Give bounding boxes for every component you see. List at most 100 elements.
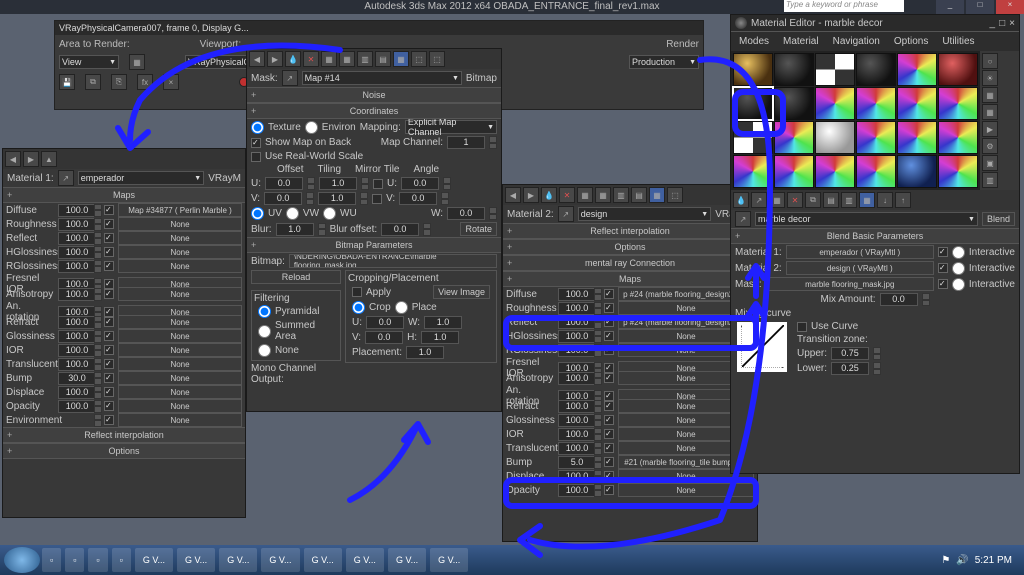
- show-end-icon[interactable]: ▦: [393, 51, 409, 67]
- mapping-dd[interactable]: Explicit Map Channel: [405, 120, 497, 134]
- map-slot-btn[interactable]: None: [118, 357, 242, 371]
- map-slot-btn[interactable]: None: [118, 343, 242, 357]
- m2-a-icon[interactable]: ▦: [577, 187, 593, 203]
- s-parent-icon[interactable]: ↑: [895, 192, 911, 208]
- slate-max-icon[interactable]: □: [999, 18, 1005, 29]
- spin-icon[interactable]: [94, 372, 102, 385]
- sa1[interactable]: [307, 177, 315, 190]
- material-sample-slot[interactable]: [938, 87, 978, 120]
- cv-s[interactable]: 0.0: [365, 331, 403, 344]
- m2-drop-icon[interactable]: 💧: [541, 187, 557, 203]
- close-button[interactable]: ×: [996, 0, 1024, 14]
- cw-s[interactable]: 1.0: [424, 316, 462, 329]
- spin-icon[interactable]: [94, 204, 102, 217]
- spin-icon[interactable]: [94, 386, 102, 399]
- material-sample-slot[interactable]: [897, 87, 937, 120]
- s-get-icon[interactable]: 💧: [733, 192, 749, 208]
- wu-radio[interactable]: [323, 207, 336, 220]
- map-enable-chk[interactable]: [604, 415, 614, 425]
- reload-btn[interactable]: Reload: [251, 270, 341, 284]
- map-enable-chk[interactable]: [604, 391, 614, 401]
- map-enable-chk[interactable]: [104, 359, 114, 369]
- spin-icon[interactable]: [94, 246, 102, 259]
- s-reset-icon[interactable]: ✕: [787, 192, 803, 208]
- save-icon[interactable]: 💾: [59, 74, 75, 90]
- environ-radio[interactable]: [305, 121, 318, 134]
- m2-b-icon[interactable]: ▦: [595, 187, 611, 203]
- spin-icon[interactable]: [94, 232, 102, 245]
- rotate-btn[interactable]: Rotate: [460, 222, 497, 236]
- s-pick-icon[interactable]: ↗: [735, 211, 751, 227]
- material-sample-slot[interactable]: [733, 155, 773, 188]
- map-slot-btn[interactable]: None: [118, 259, 242, 273]
- taskbar-item[interactable]: G V...: [430, 548, 468, 572]
- map-amount[interactable]: 100.0: [58, 218, 96, 231]
- none-radio[interactable]: [258, 344, 271, 357]
- apply-chk[interactable]: [352, 287, 362, 297]
- map-amount[interactable]: 100.0: [558, 288, 596, 301]
- map-amount[interactable]: 100.0: [58, 260, 96, 273]
- map-amount[interactable]: 100.0: [558, 414, 596, 427]
- backlight-icon[interactable]: ☀: [982, 70, 998, 86]
- material-sample-slot[interactable]: [815, 121, 855, 154]
- map-enable-chk[interactable]: [104, 247, 114, 257]
- s-m2-btn[interactable]: design ( VRayMtl ): [786, 261, 934, 275]
- s-unique-icon[interactable]: ▤: [823, 192, 839, 208]
- map-amount[interactable]: 100.0: [58, 204, 96, 217]
- place-radio[interactable]: [395, 301, 408, 314]
- material-sample-slot[interactable]: [938, 155, 978, 188]
- taskbar-item[interactable]: ▫: [65, 548, 84, 572]
- preset-dd[interactable]: Production: [629, 55, 699, 69]
- menu-options[interactable]: Options: [888, 34, 934, 49]
- s-mix-spin[interactable]: 0.0: [880, 293, 918, 306]
- map-amount[interactable]: 100.0: [558, 484, 596, 497]
- up-sa[interactable]: [873, 347, 881, 360]
- map-enable-chk[interactable]: [604, 485, 614, 495]
- help-search[interactable]: Type a keyword or phrase: [784, 0, 904, 12]
- map-amount[interactable]: 100.0: [558, 344, 596, 357]
- spin-icon[interactable]: [94, 400, 102, 413]
- map-amount[interactable]: 100.0: [558, 400, 596, 413]
- s-m2-int-radio[interactable]: [952, 262, 965, 275]
- mapchan-spin[interactable]: 1: [447, 136, 485, 149]
- spin-icon[interactable]: [94, 218, 102, 231]
- lo-sa[interactable]: [873, 362, 881, 375]
- sa9[interactable]: [423, 223, 431, 236]
- m2-name-dd[interactable]: design: [578, 207, 712, 221]
- map-enable-chk[interactable]: [104, 401, 114, 411]
- sa2[interactable]: [361, 177, 369, 190]
- plc-s[interactable]: 1.0: [406, 346, 444, 359]
- map-slot-btn[interactable]: None: [618, 483, 754, 497]
- rollout-header[interactable]: Reflect interpolation: [503, 223, 757, 239]
- material-sample-slot[interactable]: [897, 155, 937, 188]
- upper-s[interactable]: 0.75: [831, 347, 869, 360]
- spin-icon[interactable]: [94, 260, 102, 273]
- map-enable-chk[interactable]: [604, 363, 614, 373]
- noise-rollout[interactable]: Noise: [247, 87, 501, 103]
- slate-min-icon[interactable]: _: [990, 18, 996, 29]
- s-m1-chk[interactable]: [938, 247, 948, 257]
- rollout-header[interactable]: mental ray Connection: [503, 255, 757, 271]
- material-sample-slot[interactable]: [938, 121, 978, 154]
- taskbar-item[interactable]: G V...: [388, 548, 426, 572]
- u-ang[interactable]: 0.0: [401, 177, 439, 190]
- mask-name[interactable]: Map #14: [302, 71, 462, 85]
- sample-type-icon[interactable]: ○: [982, 53, 998, 69]
- map-enable-chk[interactable]: [104, 373, 114, 383]
- opts-icon[interactable]: ▥: [357, 51, 373, 67]
- s-mask-int-radio[interactable]: [952, 278, 965, 291]
- m2-c-icon[interactable]: ▥: [613, 187, 629, 203]
- map-enable-chk[interactable]: [104, 261, 114, 271]
- map-enable-chk[interactable]: [604, 331, 614, 341]
- s-mix-sa[interactable]: [922, 293, 930, 306]
- map-enable-chk[interactable]: [104, 307, 114, 317]
- sa4[interactable]: [306, 192, 314, 205]
- material-sample-slot[interactable]: [815, 53, 855, 86]
- slate-mat-type-btn[interactable]: Blend: [982, 212, 1015, 226]
- taskbar-item[interactable]: G V...: [135, 548, 173, 572]
- maps-rollout[interactable]: Maps: [3, 187, 245, 203]
- blur-spin[interactable]: 1.0: [276, 223, 314, 236]
- bg-icon[interactable]: ▦: [982, 87, 998, 103]
- spin-icon[interactable]: [94, 316, 102, 329]
- material-sample-slot[interactable]: [856, 121, 896, 154]
